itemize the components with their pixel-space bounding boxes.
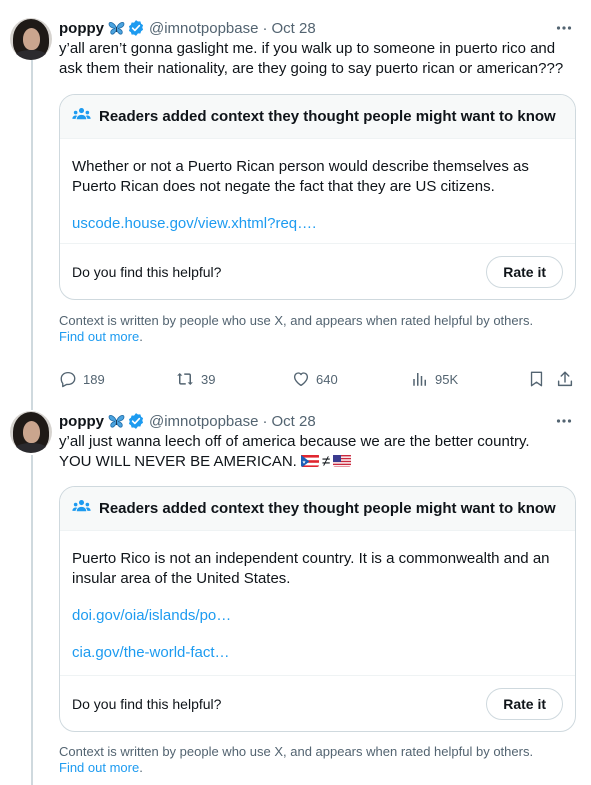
avatar[interactable]	[10, 411, 52, 453]
note-body-text: Whether or not a Puerto Rican person wou…	[72, 158, 529, 195]
butterfly-emoji-icon	[108, 414, 125, 429]
views-button[interactable]: 95K	[411, 369, 458, 389]
note-header: Readers added context they thought peopl…	[60, 95, 575, 139]
tweet-text: y’all aren’t gonna gaslight me. if you w…	[59, 40, 564, 77]
views-icon	[413, 373, 426, 386]
more-icon[interactable]	[555, 18, 573, 38]
reply-button[interactable]: 189	[59, 369, 105, 389]
timestamp[interactable]: Oct 28	[271, 20, 315, 37]
period: .	[139, 760, 143, 775]
find-out-more-link[interactable]: Find out more	[59, 760, 139, 775]
note-rating-bar: Do you find this helpful? Rate it	[60, 675, 575, 731]
repost-icon	[177, 373, 193, 385]
more-icon[interactable]	[555, 411, 573, 431]
disclaimer-text: Context is written by people who use X, …	[59, 744, 534, 759]
tweet-header: poppy @imnotpopbase · Oct 28	[59, 411, 316, 431]
bookmark-button[interactable]	[528, 369, 545, 389]
display-name[interactable]: poppy	[59, 413, 104, 430]
helpful-prompt: Do you find this helpful?	[72, 695, 222, 712]
not-equal-sign: ≠	[322, 453, 331, 470]
disclaimer-text: Context is written by people who use X, …	[59, 313, 534, 328]
rate-it-button[interactable]: Rate it	[486, 255, 563, 288]
note-body-text: Puerto Rico is not an independent countr…	[72, 550, 550, 587]
bookmark-icon	[530, 371, 543, 387]
note-source-link[interactable]: doi.gov/oia/islands/po…	[72, 606, 563, 626]
community-note: Readers added context they thought peopl…	[59, 486, 576, 732]
note-header: Readers added context they thought peopl…	[60, 487, 575, 531]
timestamp[interactable]: Oct 28	[271, 413, 315, 430]
tweet-text: y’all just wanna leech off of america be…	[59, 432, 581, 472]
tweet-text-line1: y’all just wanna leech off of america be…	[59, 433, 530, 450]
tweet[interactable]: poppy @imnotpopbase · Oct 28 y’all aren’…	[0, 18, 591, 398]
verified-badge-icon	[127, 19, 145, 37]
avatar[interactable]	[10, 18, 52, 60]
us-flag-icon	[333, 454, 352, 467]
note-source-link[interactable]: cia.gov/the-world-fact…	[72, 643, 563, 663]
note-rating-bar: Do you find this helpful? Rate it	[60, 243, 575, 299]
find-out-more-link[interactable]: Find out more	[59, 329, 139, 344]
display-name[interactable]: poppy	[59, 20, 104, 37]
community-note: Readers added context they thought peopl…	[59, 94, 576, 300]
note-disclaimer: Context is written by people who use X, …	[59, 744, 579, 776]
tweet[interactable]: poppy @imnotpopbase · Oct 28 y’all just …	[0, 411, 591, 785]
separator-dot: ·	[262, 412, 268, 430]
action-bar: 189 39 640 95K	[59, 369, 579, 389]
note-header-title: Readers added context they thought peopl…	[99, 500, 556, 517]
butterfly-emoji-icon	[108, 21, 125, 36]
readers-icon	[72, 105, 91, 129]
repost-button[interactable]: 39	[175, 369, 215, 389]
like-button[interactable]: 640	[292, 369, 338, 389]
handle[interactable]: @imnotpopbase	[149, 413, 258, 430]
like-count: 640	[316, 371, 338, 387]
readers-icon	[72, 497, 91, 521]
share-icon	[557, 371, 573, 387]
reply-count: 189	[83, 371, 105, 387]
tweet-header: poppy @imnotpopbase · Oct 28	[59, 18, 316, 38]
view-count: 95K	[435, 371, 459, 387]
share-button[interactable]	[556, 369, 574, 389]
helpful-prompt: Do you find this helpful?	[72, 263, 222, 280]
verified-badge-icon	[127, 412, 145, 430]
note-header-title: Readers added context they thought peopl…	[99, 108, 556, 125]
separator-dot: ·	[262, 19, 268, 37]
tweet-text-line2: YOU WILL NEVER BE AMERICAN.	[59, 453, 297, 470]
handle[interactable]: @imnotpopbase	[149, 20, 258, 37]
like-icon	[293, 372, 309, 387]
note-disclaimer: Context is written by people who use X, …	[59, 313, 579, 345]
period: .	[139, 329, 143, 344]
puerto-rico-flag-icon	[301, 454, 320, 467]
note-source-link[interactable]: uscode.house.gov/view.xhtml?req….	[72, 214, 563, 234]
reply-icon	[60, 371, 76, 388]
rate-it-button[interactable]: Rate it	[486, 687, 563, 720]
repost-count: 39	[201, 371, 216, 387]
